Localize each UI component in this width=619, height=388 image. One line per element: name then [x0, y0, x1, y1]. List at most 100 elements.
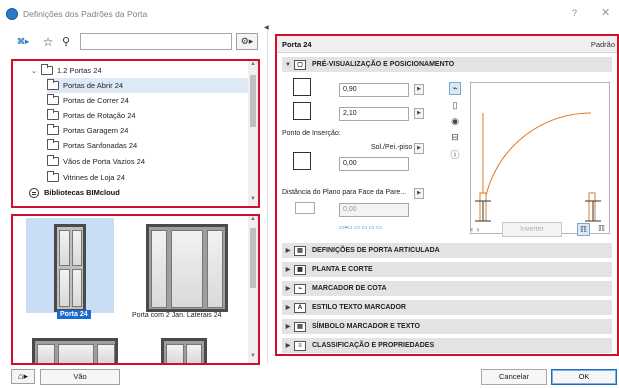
3d-view-icon[interactable]: ◉: [449, 116, 461, 127]
folder-icon: [47, 94, 59, 105]
section-plan-section[interactable]: ▶ ▦ PLANTA E CORTE: [282, 262, 612, 277]
library-thumbnail-panel: Porta 24 Porta com 2 Jan. Laterais 24 ▲ …: [11, 214, 260, 365]
mirror-icon[interactable]: ◐◑: [470, 225, 480, 234]
section-view-icon[interactable]: ⊟: [449, 132, 461, 143]
inverter-button[interactable]: Inverter: [502, 222, 562, 237]
door-height-icon: [293, 102, 311, 120]
gear-icon[interactable]: ⚙▸: [236, 33, 258, 50]
scroll-down-icon[interactable]: ▼: [248, 196, 258, 206]
section-title: DEFINIÇÕES DE PORTA ARTICULADA: [312, 247, 440, 254]
settings-panel: Porta 24 Padrão ▼ ▢ PRÉ-VISUALIZAÇÃO E P…: [275, 34, 619, 356]
section-title: MARCADOR DE COTA: [312, 285, 387, 292]
plan-view-icon[interactable]: ⌁: [449, 82, 461, 95]
tree-item-portas-sanfonadas[interactable]: Portas Sanfonadas 24: [47, 138, 137, 153]
width-arrow-button[interactable]: ▶: [414, 84, 424, 95]
chevron-right-icon: ▶: [285, 305, 291, 311]
section-classification[interactable]: ▶ ≡ CLASSIFICAÇÃO E PROPRIEDADES: [282, 338, 612, 353]
door-preview: [470, 82, 610, 234]
tree-item-label: Vitrines de Loja 24: [63, 173, 125, 182]
chevron-down-icon: ▼: [285, 61, 291, 68]
door-thumbnail-porta-24[interactable]: [26, 218, 114, 313]
section-title: ESTILO TEXTO MARCADOR: [312, 304, 406, 311]
tree-item-portas-garagem[interactable]: Portas Garagem 24: [47, 123, 128, 138]
width-field[interactable]: 0,90: [339, 83, 409, 97]
tree-item-vaos-de-porta[interactable]: Vãos de Porta Vazios 24: [47, 154, 145, 169]
tree-scrollbar[interactable]: ▲ ▼: [248, 61, 258, 206]
anchor-point-icons[interactable]: ▭▪▭ ▭ ▭ ▭ ▭: [339, 224, 382, 231]
tree-item-vitrines-de-loja[interactable]: Vitrines de Loja 24: [47, 170, 125, 185]
insertion-reference-label: Sol./Pei.-piso 1: [371, 144, 419, 151]
door-thumbnail-caption: Porta 24: [57, 310, 91, 319]
tree-folder-parent[interactable]: ⌄ 1.2 Portas 24: [31, 63, 251, 78]
ok-button[interactable]: OK: [551, 369, 617, 385]
search-icon[interactable]: ⚲: [59, 33, 73, 50]
tree-item-label: Vãos de Porta Vazios 24: [63, 157, 145, 166]
height-field[interactable]: 2,10: [339, 107, 409, 121]
section-marker-text-style[interactable]: ▶ A ESTILO TEXTO MARCADOR: [282, 300, 612, 315]
bimcloud-icon: [29, 187, 39, 198]
tree-item-label: Portas de Correr 24: [63, 96, 129, 105]
help-button[interactable]: ?: [572, 8, 577, 18]
distance-field[interactable]: 0,00: [339, 203, 409, 217]
section-title: SÍMBOLO MARCADOR E TEXTO: [312, 323, 420, 330]
chevron-right-icon: ▶: [285, 267, 291, 273]
door-thumbnail-row3-a[interactable]: [26, 332, 120, 363]
scroll-down-icon[interactable]: ▼: [248, 353, 258, 363]
settings-header: Porta 24 Padrão: [277, 36, 617, 53]
info-icon[interactable]: ⓘ: [449, 148, 461, 161]
insertion-arrow-button[interactable]: ▶: [414, 143, 424, 154]
tree-item-bimcloud[interactable]: Bibliotecas BIMcloud: [27, 185, 120, 200]
tree-item-portas-de-correr[interactable]: Portas de Correr 24: [47, 93, 129, 108]
open-side-right-icon[interactable]: ℿ: [595, 223, 608, 236]
scroll-up-icon[interactable]: ▲: [248, 216, 258, 226]
scroll-up-icon[interactable]: ▲: [248, 61, 258, 71]
insertion-point-label: Ponto de Inserção:: [282, 130, 341, 137]
section-articulated-door[interactable]: ▶ ▤ DEFINIÇÕES DE PORTA ARTICULADA: [282, 243, 612, 258]
tree-item-label: Bibliotecas BIMcloud: [44, 188, 120, 197]
tree-item-portas-de-abrir[interactable]: Portas de Abrir 24: [47, 78, 250, 93]
collapse-arrow-icon[interactable]: ◀: [264, 24, 269, 31]
section-marker-symbol[interactable]: ▶ ▤ SÍMBOLO MARCADOR E TEXTO: [282, 319, 612, 334]
folder-icon: [41, 64, 53, 75]
scroll-thumb[interactable]: [250, 228, 256, 288]
section-title: PLANTA E CORTE: [312, 266, 373, 273]
archicad-app-icon: [6, 8, 18, 20]
folder-icon: [47, 79, 59, 90]
scroll-thumb[interactable]: [250, 75, 256, 127]
window-title: Definições dos Padrões da Porta: [23, 9, 148, 19]
close-button[interactable]: ✕: [601, 6, 610, 19]
tree-item-label: Portas de Rotação 24: [63, 111, 136, 120]
door-thumbnail-porta-2-jan[interactable]: [141, 218, 231, 313]
cancel-button[interactable]: Cancelar: [481, 369, 547, 385]
tree-item-label: Portas de Abrir 24: [63, 81, 124, 90]
door-settings-icon: ▤: [294, 245, 306, 256]
folder-icon: [47, 155, 59, 166]
door-plan-drawing: [475, 112, 601, 222]
tree-item-portas-de-rotacao[interactable]: Portas de Rotação 24: [47, 108, 136, 123]
search-input[interactable]: [80, 33, 232, 50]
door-thumbnail-image: [26, 218, 114, 313]
height-arrow-button[interactable]: ▶: [414, 108, 424, 119]
panel-splitter[interactable]: [267, 28, 268, 364]
thumbnail-scrollbar[interactable]: ▲ ▼: [248, 216, 258, 363]
vao-button[interactable]: Vão: [40, 369, 120, 385]
chevron-down-icon[interactable]: ⌄: [31, 67, 41, 75]
marker-symbol-icon: ▤: [294, 321, 306, 332]
distance-arrow-button[interactable]: ▶: [414, 188, 424, 199]
folder-icon: [47, 139, 59, 150]
preview-section-icon: ▢: [294, 59, 306, 70]
sill-height-field[interactable]: 0,00: [339, 157, 409, 171]
favorites-star-icon[interactable]: ☆: [41, 33, 55, 50]
door-width-icon: [293, 78, 311, 96]
plan-section-icon: ▦: [294, 264, 306, 275]
chevron-right-icon: ▶: [285, 343, 291, 349]
tree-item-label: Portas Garagem 24: [63, 126, 129, 135]
folder-view-icon[interactable]: ⌘▸: [12, 33, 34, 50]
library-manager-icon[interactable]: ⌂▸: [11, 369, 35, 384]
open-side-left-icon[interactable]: ℿ: [577, 223, 590, 236]
section-preview-header[interactable]: ▼ ▢ PRÉ-VISUALIZAÇÃO E POSICIONAMENTO: [282, 57, 612, 72]
reveal-offset-icon: [295, 202, 315, 214]
section-dimension-marker[interactable]: ▶ ⌁ MARCADOR DE COTA: [282, 281, 612, 296]
front-view-icon[interactable]: ▯: [449, 100, 461, 111]
door-thumbnail-row3-b[interactable]: [161, 332, 211, 363]
